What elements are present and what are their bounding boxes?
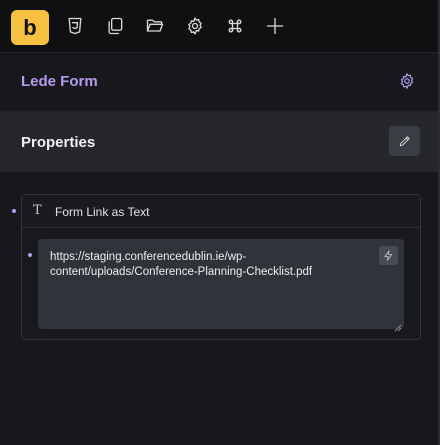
lightning-icon xyxy=(384,250,393,261)
properties-title: Properties xyxy=(21,134,96,151)
logo-letter: b xyxy=(23,14,37,40)
panel-header: Lede Form xyxy=(0,53,438,112)
plus-icon[interactable] xyxy=(264,15,286,37)
panel-title: Lede Form xyxy=(21,73,98,90)
properties-header: Properties xyxy=(0,112,438,172)
builder-logo-button[interactable]: b xyxy=(11,10,49,45)
css3-icon[interactable] xyxy=(64,15,86,37)
panel-gear-icon[interactable] xyxy=(398,72,418,92)
settings-icon[interactable] xyxy=(184,15,206,37)
copy-icon[interactable] xyxy=(104,15,126,37)
field-header: T Form Link as Text xyxy=(22,195,420,228)
resize-handle[interactable] xyxy=(394,319,402,332)
field-indicator-dot xyxy=(12,209,16,213)
value-indicator-dot xyxy=(28,253,32,257)
top-toolbar: b xyxy=(0,0,440,53)
pencil-icon xyxy=(399,136,410,147)
form-field-card: T Form Link as Text https://staging.conf… xyxy=(21,194,421,340)
edit-properties-button[interactable] xyxy=(389,126,420,156)
command-icon[interactable] xyxy=(224,15,246,37)
folder-icon[interactable] xyxy=(144,15,166,37)
text-type-icon: T xyxy=(33,203,42,218)
field-value-textarea[interactable]: https://staging.conferencedublin.ie/wp-c… xyxy=(38,239,404,332)
field-label: Form Link as Text xyxy=(55,205,150,219)
dynamic-data-button[interactable] xyxy=(379,246,398,265)
field-value-text[interactable]: https://staging.conferencedublin.ie/wp-c… xyxy=(50,250,360,280)
